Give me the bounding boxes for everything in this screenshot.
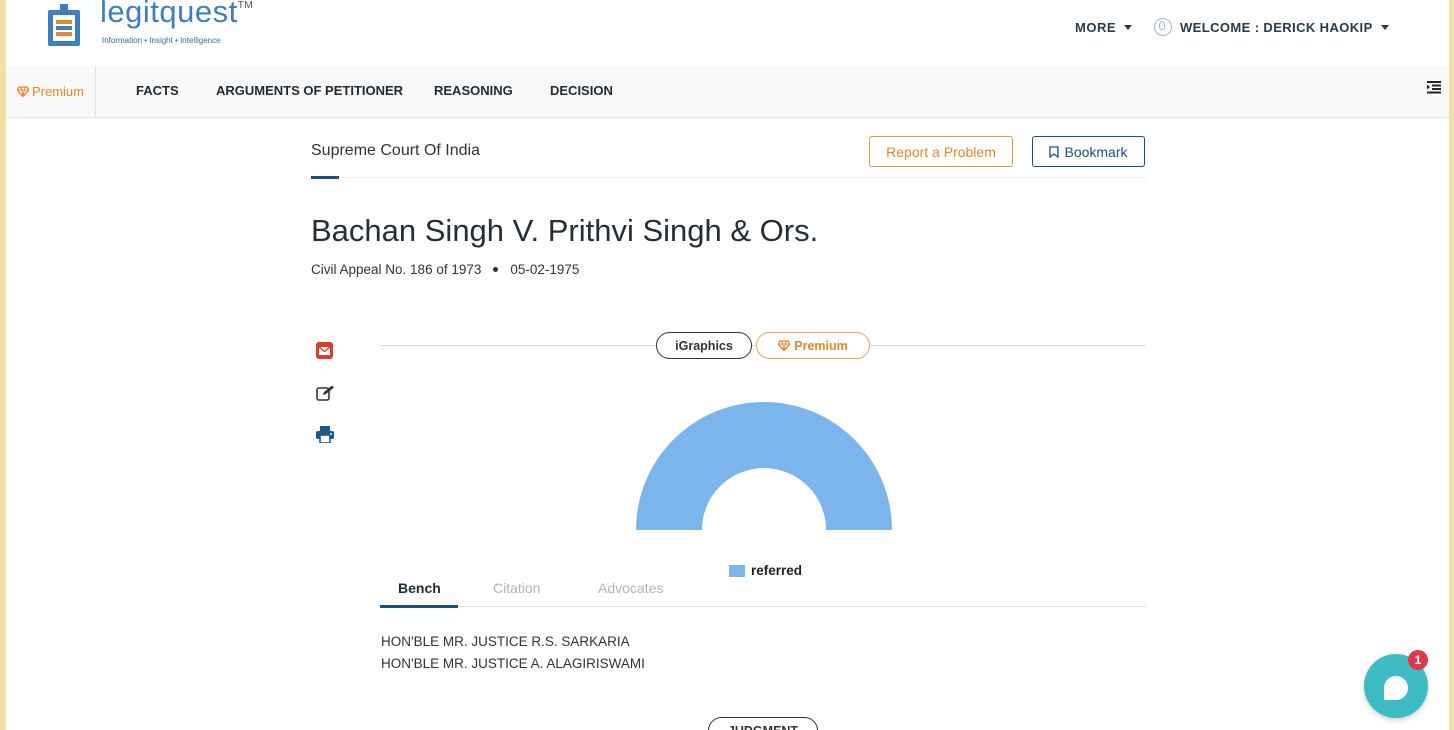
separator-dot: [493, 266, 499, 272]
logo-books-icon: [48, 4, 80, 46]
court-name: Supreme Court Of India: [311, 142, 480, 159]
edit-icon[interactable]: [316, 385, 335, 402]
bench-justice: HON'BLE MR. JUSTICE R.S. SARKARIA: [381, 634, 630, 649]
nav-premium[interactable]: Premium: [6, 66, 96, 117]
igraphics-pill[interactable]: iGraphics: [656, 332, 752, 359]
more-menu[interactable]: MORE: [1075, 20, 1132, 35]
bookmark-button[interactable]: Bookmark: [1032, 136, 1145, 167]
nav-item-decision[interactable]: DECISION: [550, 83, 613, 98]
user-menu[interactable]: WELCOME : DERICK HAOKIP: [1154, 18, 1389, 36]
judgment-pill[interactable]: JUDGMENT: [708, 717, 818, 730]
nav-item-facts[interactable]: FACTS: [136, 83, 179, 98]
app-frame: legitquestTM Information • Insight • Int…: [6, 0, 1449, 730]
tab-advocates[interactable]: Advocates: [598, 580, 663, 596]
diamond-icon: [778, 340, 791, 351]
user-icon: [1154, 18, 1172, 36]
nav-premium-label: Premium: [31, 84, 84, 99]
table-of-contents-icon[interactable]: [1427, 80, 1441, 94]
more-label: MORE: [1075, 20, 1116, 35]
nav-item-arguments-of-petitioner[interactable]: ARGUMENTS OF PETITIONER: [216, 83, 403, 98]
print-icon[interactable]: [316, 426, 334, 443]
active-tab-indicator: [380, 605, 458, 608]
email-icon[interactable]: [316, 342, 333, 359]
donut-slice-referred[interactable]: [636, 402, 892, 530]
court-underline: [311, 176, 339, 179]
case-title: Bachan Singh V. Prithvi Singh & Ors.: [311, 213, 819, 248]
legend-label: referred: [751, 563, 803, 578]
igraphics-premium-label: Premium: [794, 338, 848, 353]
welcome-label: WELCOME : DERICK HAOKIP: [1180, 19, 1373, 35]
bench-justice: HON'BLE MR. JUSTICE A. ALAGIRISWAMI: [381, 656, 645, 671]
section-nav: Premium FACTS ARGUMENTS OF PETITIONER RE…: [6, 66, 1449, 118]
appeal-number: Civil Appeal No. 186 of 1973: [311, 262, 482, 277]
tab-citation[interactable]: Citation: [493, 580, 540, 596]
diamond-icon: [16, 86, 29, 97]
chevron-down-icon: [1124, 25, 1132, 30]
divider: [311, 177, 1146, 178]
top-header: legitquestTM Information • Insight • Int…: [6, 0, 1449, 67]
igraphics-premium-pill[interactable]: Premium: [756, 332, 870, 359]
logo-tagline: Information • Insight • Intelligence: [102, 36, 221, 45]
referred-semi-donut-chart: [636, 402, 892, 530]
tabs-divider: [380, 606, 1146, 607]
chevron-down-icon: [1380, 24, 1389, 30]
bookmark-label: Bookmark: [1064, 143, 1128, 160]
report-problem-button[interactable]: Report a Problem: [869, 136, 1013, 167]
legend-swatch: [729, 564, 745, 577]
nav-item-reasoning[interactable]: REASONING: [434, 83, 513, 98]
case-meta: Civil Appeal No. 186 of 1973 05-02-1975: [311, 262, 579, 277]
tab-bench[interactable]: Bench: [398, 580, 441, 596]
notification-badge: 1: [1408, 650, 1428, 670]
logo-wordmark: legitquestTM: [100, 0, 254, 29]
bookmark-icon: [1049, 145, 1060, 158]
chart-legend[interactable]: referred: [729, 563, 802, 578]
case-date: 05-02-1975: [510, 262, 580, 277]
